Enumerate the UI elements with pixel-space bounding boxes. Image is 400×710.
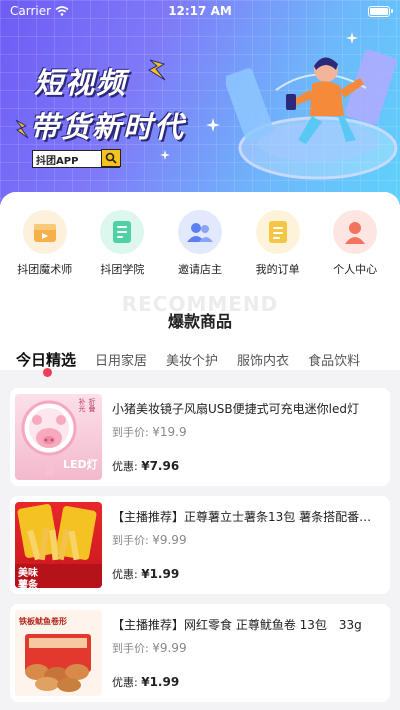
sparkle-icon xyxy=(15,119,29,139)
product-image: 美味 薯条 xyxy=(15,502,102,588)
lightning-icon xyxy=(147,59,166,81)
magic-box-icon xyxy=(22,210,67,254)
nav-label: 抖团魔术师 xyxy=(17,263,73,276)
section-title: 爆款商品 xyxy=(167,312,232,331)
influencer-illustration xyxy=(226,49,398,180)
product-image-tag: 薯条 xyxy=(18,580,38,588)
deal-label: 优惠: xyxy=(112,460,138,473)
battery-icon xyxy=(368,5,393,17)
product-price: 到手价: ¥19.9 xyxy=(112,424,187,440)
product-deal: 优惠: ¥7.96 xyxy=(112,458,179,474)
category-tabs: 今日精选 日用家居 美妆个护 服饰内衣 食品饮料 xyxy=(0,347,400,371)
product-deal: 优惠: ¥1.99 xyxy=(112,566,179,582)
tab-beauty[interactable]: 美妆个护 xyxy=(166,350,218,369)
product-card[interactable]: 补光 折叠 LED灯 小猪美妆镜子风扇USB便捷式可充电迷你led灯 到手价: … xyxy=(10,388,390,486)
product-price: 到手价: ¥9.99 xyxy=(112,532,187,548)
nav-item-invite[interactable]: 邀请店主 xyxy=(164,210,236,277)
deal-value: ¥1.99 xyxy=(141,675,180,689)
tab-apparel[interactable]: 服饰内衣 xyxy=(237,350,289,369)
deal-label: 优惠: xyxy=(112,568,138,581)
product-image-tag: 铁板鱿鱼卷形 xyxy=(19,617,67,626)
order-list-icon xyxy=(255,210,300,254)
nav-item-profile[interactable]: 个人中心 xyxy=(319,210,391,277)
product-image-tag: 折叠 xyxy=(88,398,96,412)
product-image-tag: LED灯 xyxy=(63,458,98,471)
product-list: 补光 折叠 LED灯 小猪美妆镜子风扇USB便捷式可充电迷你led灯 到手价: … xyxy=(10,388,390,710)
star-sparkle-icon xyxy=(206,118,220,132)
product-price: 到手价: ¥9.99 xyxy=(112,640,187,656)
nav-item-orders[interactable]: 我的订单 xyxy=(242,210,314,277)
deal-value: ¥7.96 xyxy=(141,459,180,473)
status-bar: Carrier 12:17 AM xyxy=(0,0,400,22)
product-card[interactable]: 铁板鱿鱼卷形 【主播推荐】网红零食 正尊鱿鱼卷 13包 33g 到手价: ¥9.… xyxy=(10,604,390,702)
hero-banner[interactable]: 短视频 带货新时代 抖团APP xyxy=(0,0,400,205)
product-title: 【主播推荐】网红零食 正尊鱿鱼卷 13包 33g xyxy=(112,618,362,632)
product-title: 小猪美妆镜子风扇USB便捷式可充电迷你led灯 xyxy=(112,402,359,416)
banner-search-text: 抖团APP xyxy=(36,155,79,167)
price-label: 到手价: xyxy=(112,534,149,547)
banner-headline-line2: 带货新时代 xyxy=(30,110,186,144)
price-value: ¥19.9 xyxy=(152,425,187,439)
product-image-tag: 补光 xyxy=(78,398,86,412)
quick-nav: 抖团魔术师 抖团学院 邀请店主 我的订单 个人中心 xyxy=(0,210,400,277)
product-card[interactable]: 美味 薯条 【主播推荐】正尊薯立士薯条13包 薯条搭配番茄酱 到手价: ¥9.9… xyxy=(10,496,390,594)
banner-headline-line1: 短视频 xyxy=(34,66,128,100)
nav-item-academy[interactable]: 抖团学院 xyxy=(86,210,158,277)
nav-item-magician[interactable]: 抖团魔术师 xyxy=(9,210,81,277)
price-value: ¥9.99 xyxy=(152,533,187,547)
people-icon xyxy=(177,210,222,254)
price-label: 到手价: xyxy=(112,426,149,439)
banner-search-box: 抖团APP xyxy=(32,149,121,168)
active-tab-indicator xyxy=(43,368,52,377)
search-icon xyxy=(100,149,121,168)
price-label: 到手价: xyxy=(112,642,149,655)
product-image: 铁板鱿鱼卷形 xyxy=(15,610,102,696)
nav-label: 抖团学院 xyxy=(100,263,145,276)
price-value: ¥9.99 xyxy=(152,641,187,655)
nav-label: 我的订单 xyxy=(255,263,300,276)
tab-food[interactable]: 食品饮料 xyxy=(308,350,360,369)
clock: 12:17 AM xyxy=(168,4,232,18)
deal-value: ¥1.99 xyxy=(141,567,180,581)
nav-label: 个人中心 xyxy=(333,263,378,276)
nav-label: 邀请店主 xyxy=(177,263,222,276)
tab-today-picks[interactable]: 今日精选 xyxy=(16,349,76,370)
book-icon xyxy=(100,210,145,254)
product-title: 【主播推荐】正尊薯立士薯条13包 薯条搭配番茄酱 xyxy=(112,510,382,524)
battery-level-fill xyxy=(370,7,388,15)
product-deal: 优惠: ¥1.99 xyxy=(112,674,179,690)
tab-home-goods[interactable]: 日用家居 xyxy=(95,350,147,369)
person-icon xyxy=(333,210,378,254)
star-sparkle-icon xyxy=(160,150,170,160)
deal-label: 优惠: xyxy=(112,676,138,689)
product-image: 补光 折叠 LED灯 xyxy=(15,394,102,480)
